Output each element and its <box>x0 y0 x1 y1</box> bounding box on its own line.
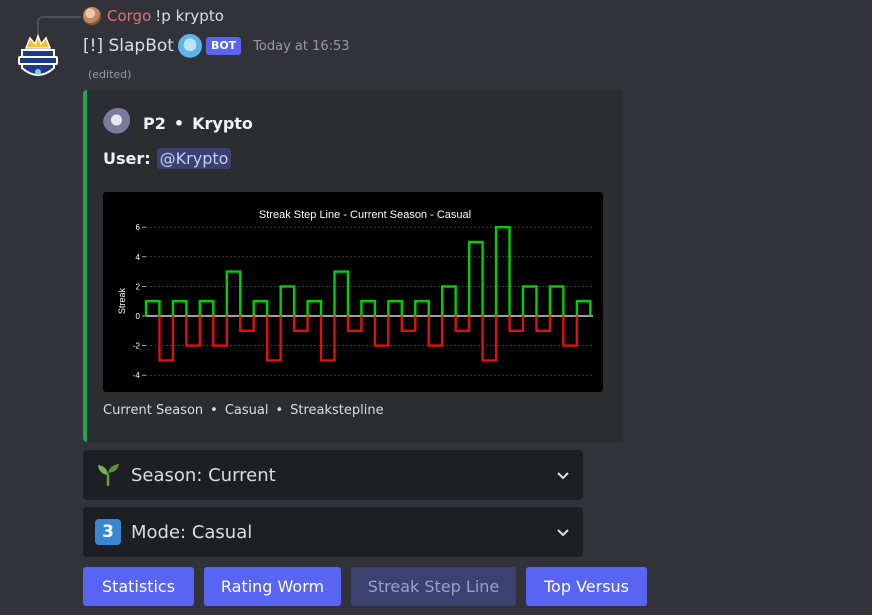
reply-content[interactable]: !p krypto <box>155 7 224 25</box>
loss-streak-step <box>454 316 471 332</box>
loss-streak-step <box>562 316 579 347</box>
loss-streak-step <box>239 316 255 332</box>
reply-avatar[interactable] <box>83 7 101 25</box>
season-select-label: Season: Current <box>131 464 276 486</box>
bot-badge: BOT <box>205 37 242 55</box>
chevron-down-icon <box>557 472 569 480</box>
keycap-three-icon: 3 <box>95 519 121 545</box>
footer-chart: Streakstepline <box>290 403 384 418</box>
win-streak-step <box>225 270 242 316</box>
loss-streak-step <box>212 316 228 347</box>
bot-username[interactable]: [!] SlapBot <box>83 36 174 56</box>
robot-emoji-icon <box>177 34 202 58</box>
loss-streak-step <box>292 316 309 332</box>
footer-separator: • <box>210 403 218 418</box>
chart-y-tick-label: 4 <box>136 253 141 262</box>
win-streak-step <box>548 285 565 316</box>
loss-streak-step <box>400 316 417 332</box>
win-streak-step <box>494 226 511 316</box>
embed-author: P2 • Krypto <box>103 108 253 138</box>
embed-user-field: User: @Krypto <box>103 148 232 169</box>
message-timestamp[interactable]: Today at 16:53 <box>253 39 349 54</box>
loss-streak-step <box>319 316 336 362</box>
streak-chart-image[interactable]: Streak Step Line - Current Season - Casu… <box>103 192 603 392</box>
mode-select[interactable]: 3 Mode: Casual <box>83 507 583 557</box>
embed-author-separator: • <box>173 113 185 133</box>
footer-season: Current Season <box>103 403 204 418</box>
loss-streak-step <box>265 316 282 362</box>
streak-step-chart: Streak Step Line - Current Season - Casu… <box>117 209 593 380</box>
win-streak-step <box>198 300 215 316</box>
mode-select-label: Mode: Casual <box>131 521 253 543</box>
message-header: [!] SlapBot BOT Today at 16:53 <box>83 34 350 58</box>
win-streak-step <box>144 300 161 316</box>
loss-streak-step <box>158 316 175 362</box>
win-streak-step <box>575 300 592 316</box>
embed-user-label: User: <box>103 149 151 168</box>
footer-mode: Casual <box>224 403 269 418</box>
chart-y-tick-label: -4 <box>133 371 141 380</box>
win-streak-step <box>521 285 538 316</box>
win-streak-step <box>414 300 430 316</box>
embed-author-name: Krypto <box>192 113 253 133</box>
reply-connector <box>37 16 81 36</box>
win-streak-step <box>306 300 323 316</box>
win-streak-step <box>360 300 377 316</box>
chart-y-tick-label: 0 <box>136 312 141 321</box>
embed-footer: Current Season • Casual • Streakstepline <box>103 403 384 418</box>
loss-streak-step <box>346 316 363 332</box>
win-streak-step <box>441 285 457 316</box>
season-select[interactable]: Season: Current <box>83 450 583 500</box>
chart-y-tick-label: 2 <box>136 282 141 291</box>
loss-streak-step <box>481 316 498 362</box>
win-streak-step <box>467 240 484 316</box>
edited-indicator: (edited) <box>88 68 132 81</box>
win-streak-step <box>333 270 350 316</box>
embed-card: P2 • Krypto User: @Krypto Streak Step Li… <box>83 90 623 442</box>
win-streak-step <box>279 285 296 316</box>
keycap-three-text: 3 <box>95 519 121 545</box>
top-versus-button[interactable]: Top Versus <box>526 567 647 606</box>
win-streak-step <box>252 300 269 316</box>
loss-streak-step <box>427 316 444 347</box>
rating-worm-button[interactable]: Rating Worm <box>204 567 341 606</box>
chevron-down-icon <box>557 529 569 537</box>
loss-streak-step <box>185 316 202 347</box>
footer-separator: • <box>275 403 284 418</box>
embed-author-avatar <box>103 108 133 138</box>
win-streak-step <box>387 300 404 316</box>
streak-step-line-button: Streak Step Line <box>351 567 516 606</box>
chart-y-label: Streak <box>117 287 127 314</box>
win-streak-step <box>171 300 188 316</box>
chart-y-tick-label: 6 <box>136 223 141 232</box>
loss-streak-step <box>508 316 525 332</box>
chart-title: Streak Step Line - Current Season - Casu… <box>259 209 471 221</box>
reply-preview[interactable]: Corgo !p krypto <box>83 6 224 26</box>
embed-author-prefix: P2 <box>143 113 166 133</box>
statistics-button[interactable]: Statistics <box>83 567 194 606</box>
user-mention[interactable]: @Krypto <box>156 148 232 169</box>
bot-avatar[interactable] <box>16 34 60 84</box>
reply-username[interactable]: Corgo <box>107 7 151 25</box>
loss-streak-step <box>373 316 390 347</box>
chart-y-tick-label: -2 <box>133 342 141 351</box>
seedling-icon <box>95 462 121 488</box>
loss-streak-step <box>535 316 552 332</box>
